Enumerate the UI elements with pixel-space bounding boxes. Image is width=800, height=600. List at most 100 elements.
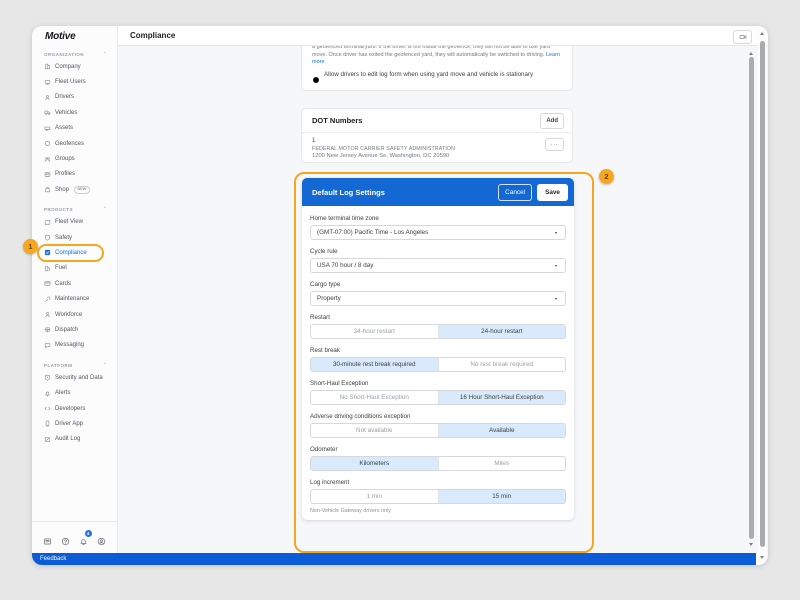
odometer-option-kilometers[interactable]: Kilometers: [311, 457, 438, 470]
cycle-rule-select[interactable]: USA 70 hour / 8 day: [310, 258, 566, 273]
sidebar-item-safety[interactable]: Safety: [32, 230, 117, 245]
motive-logo: Motive: [32, 31, 117, 42]
section-platform[interactable]: PLATFORM ⌃: [32, 360, 117, 370]
short-haul-option-16-hour[interactable]: 16 Hour Short-Haul Exception: [438, 391, 566, 404]
restart-option-34-hour[interactable]: 34-hour restart: [311, 325, 438, 338]
sidebar-item-security-and-data[interactable]: Security and Data: [32, 370, 117, 385]
sidebar-item-drivers[interactable]: Drivers: [32, 90, 117, 105]
sidebar-item-company[interactable]: Company: [32, 59, 117, 74]
credit-card-icon: [44, 280, 51, 287]
sidebar-item-developers[interactable]: Developers: [32, 401, 117, 416]
odometer-option-miles[interactable]: Miles: [438, 457, 566, 470]
sidebar-item-fleet-users[interactable]: Fleet Users: [32, 74, 117, 89]
id-card-icon: [44, 171, 51, 178]
home-terminal-time-zone-select[interactable]: (GMT-07:00) Pacific Time - Los Angeles: [310, 225, 566, 240]
account-icon[interactable]: [97, 533, 106, 542]
window-scrollbar[interactable]: [758, 28, 766, 563]
sidebar-item-fleet-view[interactable]: Fleet View: [32, 215, 117, 230]
scroll-up-arrow[interactable]: [760, 32, 764, 35]
cancel-button[interactable]: Cancel: [498, 184, 532, 201]
chevron-up-icon: ⌃: [103, 207, 107, 212]
geofence-icon: [44, 140, 51, 147]
screen-capture-button[interactable]: [733, 30, 752, 44]
scrollbar-thumb[interactable]: [749, 57, 754, 539]
sidebar-item-maintenance[interactable]: Maintenance: [32, 291, 117, 306]
section-organization[interactable]: ORGANIZATION ⌃: [32, 49, 117, 59]
cargo-type-select[interactable]: Property: [310, 291, 566, 306]
step-2-badge: 2: [599, 169, 614, 184]
log-increment-option-15-min[interactable]: 15 min: [438, 490, 566, 503]
sidebar-item-assets[interactable]: Assets: [32, 121, 117, 136]
sidebar-item-groups[interactable]: Groups: [32, 151, 117, 166]
sidebar-item-vehicles[interactable]: Vehicles: [32, 105, 117, 120]
field-label: Restart: [310, 314, 566, 321]
field-label: Cycle rule: [310, 248, 566, 255]
short-haul-option-none[interactable]: No Short-Haul Exception: [311, 391, 438, 404]
clipboard-edit-icon: [44, 436, 51, 443]
restart-option-24-hour[interactable]: 24-hour restart: [438, 325, 566, 338]
shield-lock-icon: [44, 374, 51, 381]
rest-break-option-30-minute[interactable]: 30-minute rest break required: [311, 358, 438, 371]
building-icon: [44, 63, 51, 70]
whats-new-icon[interactable]: [43, 533, 52, 542]
feedback-bar[interactable]: Feedback: [32, 553, 756, 565]
notifications-icon[interactable]: 4: [79, 533, 88, 542]
save-button[interactable]: Save: [537, 184, 568, 201]
sidebar-item-cards[interactable]: Cards: [32, 276, 117, 291]
restart-toggle: 34-hour restart 24-hour restart: [310, 324, 566, 339]
sidebar-bottom-toolbar: 4: [32, 521, 117, 553]
field-label: Odometer: [310, 446, 566, 453]
people-icon: [44, 156, 51, 163]
scrollbar-thumb[interactable]: [760, 41, 765, 547]
dot-numbers-header: DOT Numbers Add: [302, 109, 572, 133]
content-scroll-area: a geofenced terminal/yard. If the driver…: [118, 46, 768, 553]
add-dot-number-button[interactable]: Add: [540, 113, 564, 129]
sidebar-item-geofences[interactable]: Geofences: [32, 136, 117, 151]
scroll-down-arrow[interactable]: [760, 556, 764, 559]
adverse-option-not-available[interactable]: Not available: [311, 424, 438, 437]
short-haul-toggle: No Short-Haul Exception 16 Hour Short-Ha…: [310, 390, 566, 405]
chevron-down-icon: [553, 230, 559, 236]
sidebar-item-workforce[interactable]: Workforce: [32, 307, 117, 322]
sidebar-item-fuel[interactable]: Fuel: [32, 261, 117, 276]
section-products[interactable]: PRODUCTS ⌃: [32, 205, 117, 215]
page-title: Compliance: [130, 31, 175, 40]
chevron-up-icon: ⌃: [103, 363, 107, 368]
person-icon: [44, 94, 51, 101]
rest-break-option-none[interactable]: No rest break required: [438, 358, 566, 371]
scroll-down-arrow[interactable]: [749, 543, 753, 546]
adverse-option-available[interactable]: Available: [438, 424, 566, 437]
field-label: Cargo type: [310, 281, 566, 288]
odometer-toggle: Kilometers Miles: [310, 456, 566, 471]
page-header: Compliance: [118, 26, 768, 46]
field-label: Rest break: [310, 347, 566, 354]
field-label: Log increment: [310, 479, 566, 486]
help-icon[interactable]: [61, 533, 70, 542]
step-1-badge: 1: [23, 239, 38, 254]
sidebar-item-alerts[interactable]: Alerts: [32, 385, 117, 400]
sidebar-item-dispatch[interactable]: Dispatch: [32, 322, 117, 337]
sidebar-item-audit-log[interactable]: Audit Log: [32, 432, 117, 447]
dot-number-menu-button[interactable]: ···: [545, 138, 564, 151]
chat-icon: [44, 342, 51, 349]
content-scrollbar[interactable]: [748, 48, 754, 550]
compliance-icon: [44, 249, 51, 256]
default-log-settings-panel: Default Log Settings Cancel Save Home te…: [302, 178, 574, 520]
chevron-down-icon: [553, 296, 559, 302]
sidebar-item-driver-app[interactable]: Driver App: [32, 416, 117, 431]
log-increment-option-1-min[interactable]: 1 min: [311, 490, 438, 503]
scroll-up-arrow[interactable]: [749, 52, 753, 55]
default-log-settings-highlight-ring: Default Log Settings Cancel Save Home te…: [294, 172, 594, 553]
trailer-icon: [44, 125, 51, 132]
dot-number-name: FEDERAL MOTOR CARRIER SAFETY ADMINISTRAT…: [312, 146, 564, 152]
dot-numbers-card: DOT Numbers Add 1 FEDERAL MOTOR CARRIER …: [301, 108, 573, 163]
sidebar-item-compliance[interactable]: Compliance: [32, 245, 117, 260]
yard-move-toggle-row[interactable]: Allow drivers to edit log form when usin…: [312, 71, 562, 79]
field-label: Short-Haul Exception: [310, 380, 566, 387]
sidebar-item-messaging[interactable]: Messaging: [32, 338, 117, 353]
bell-icon: [44, 390, 51, 397]
yard-move-paragraph: a geofenced terminal/yard. If the driver…: [312, 46, 562, 67]
default-log-settings-body: Home terminal time zone (GMT-07:00) Paci…: [302, 206, 574, 520]
sidebar-item-profiles[interactable]: Profiles: [32, 167, 117, 182]
sidebar-item-shop[interactable]: Shop NEW: [32, 182, 117, 197]
